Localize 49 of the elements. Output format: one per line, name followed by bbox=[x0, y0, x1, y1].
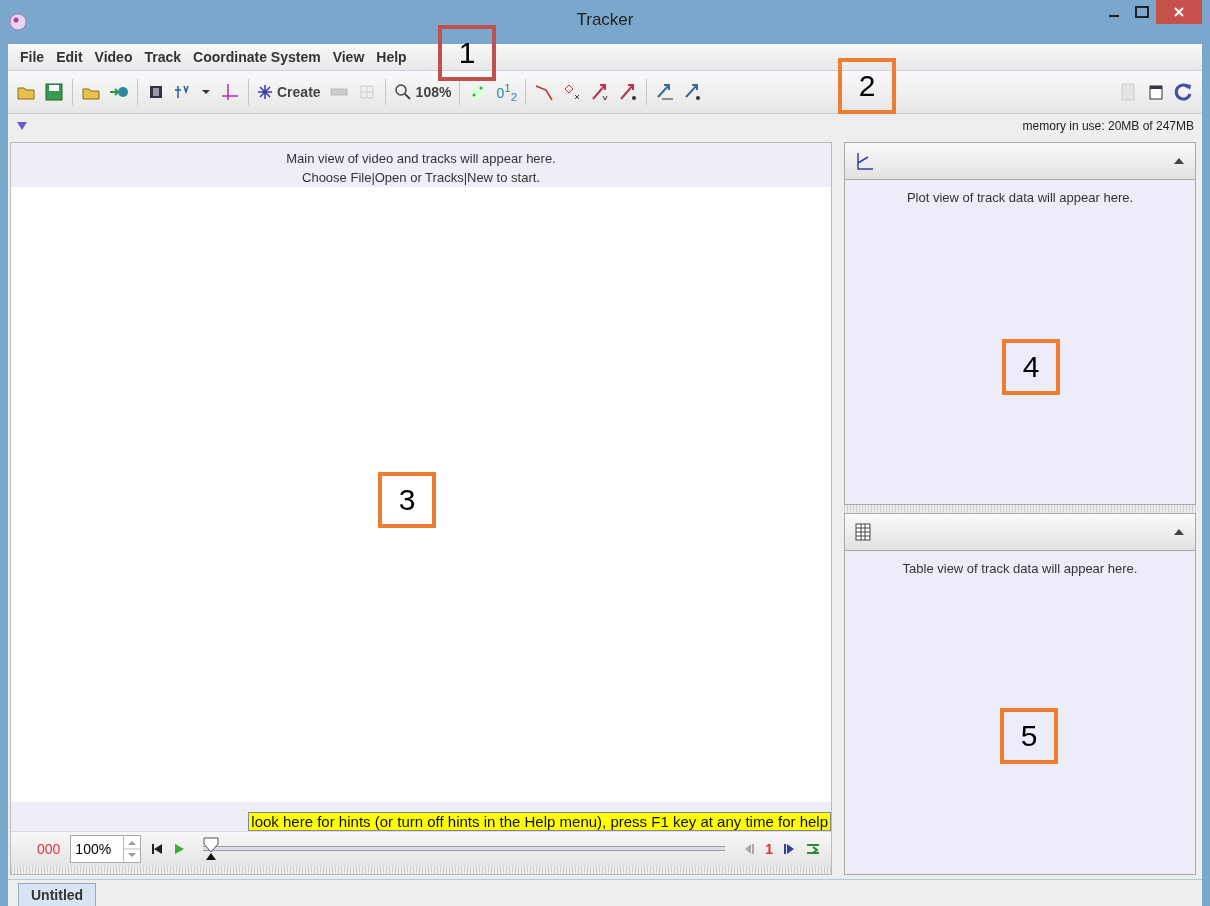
message-text: Main view of video and tracks will appear here. bbox=[285, 150, 557, 168]
app-icon bbox=[8, 12, 28, 32]
table-icon[interactable] bbox=[855, 522, 871, 541]
callout-number: 3 bbox=[378, 472, 436, 528]
vector-icon[interactable] bbox=[655, 82, 676, 102]
tab[interactable]: Untitled bbox=[18, 883, 97, 906]
close-button[interactable] bbox=[1156, 0, 1202, 24]
message-text: Choose File|Open or Tracks|New to start. bbox=[301, 169, 541, 187]
step-forward-icon[interactable] bbox=[783, 843, 795, 855]
axes-icon[interactable] bbox=[220, 82, 240, 102]
create-button[interactable]: Create bbox=[257, 84, 321, 100]
loop-icon[interactable] bbox=[805, 842, 821, 856]
menu-item[interactable]: Help bbox=[370, 49, 413, 65]
menu-item[interactable]: Coordinate System bbox=[187, 49, 327, 65]
callout-number: 4 bbox=[1002, 339, 1060, 395]
plot-message: Plot view of track data will appear here. bbox=[905, 189, 1135, 205]
rate-spinner[interactable]: 100% bbox=[70, 835, 142, 863]
collapse-icon[interactable] bbox=[1173, 157, 1185, 165]
refresh-icon[interactable] bbox=[1174, 82, 1194, 102]
callout-number: 1 bbox=[438, 25, 496, 81]
callout-number: 2 bbox=[838, 58, 896, 114]
menu-item[interactable]: Edit bbox=[50, 49, 89, 65]
collapse-icon[interactable] bbox=[1173, 527, 1185, 536]
asterisk-icon bbox=[257, 84, 273, 100]
path-icon[interactable] bbox=[534, 82, 555, 102]
plot-icon[interactable] bbox=[855, 151, 875, 171]
close-icon bbox=[1173, 6, 1185, 18]
hint-text: look here for hints (or turn off hints in the Help menu), press F1 key at any time for help bbox=[248, 812, 831, 831]
callout-number: 5 bbox=[1000, 708, 1058, 764]
minimize-icon bbox=[1109, 15, 1119, 17]
triangle-icon[interactable] bbox=[16, 121, 28, 131]
notes-icon[interactable] bbox=[1146, 82, 1166, 102]
window-title: Tracker bbox=[576, 10, 634, 30]
acceleration-icon[interactable] bbox=[618, 82, 639, 102]
menu-item[interactable]: Track bbox=[138, 49, 188, 65]
frame-number: 000 bbox=[37, 841, 61, 857]
menu-item[interactable]: File bbox=[14, 49, 51, 65]
table-message: Table view of track data will appear here. bbox=[901, 559, 1139, 576]
save-icon[interactable] bbox=[44, 82, 64, 102]
menu-item[interactable]: Video bbox=[88, 49, 139, 65]
memory-text: memory in use: 20MB of 247MB bbox=[1022, 119, 1194, 133]
play-icon[interactable] bbox=[173, 843, 186, 855]
skip-back-icon[interactable] bbox=[151, 843, 164, 855]
slider-thumb[interactable] bbox=[203, 837, 220, 861]
maximize-icon bbox=[1135, 6, 1149, 18]
menu-item[interactable]: View bbox=[326, 49, 371, 65]
step-size[interactable]: 1 bbox=[765, 841, 773, 857]
magnifier-icon bbox=[393, 83, 412, 101]
zoom-button[interactable]: 108% bbox=[393, 83, 452, 101]
